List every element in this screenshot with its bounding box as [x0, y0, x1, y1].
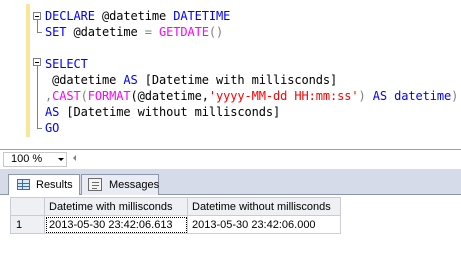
table-row: 1 2013-05-30 23:42:06.613 2013-05-30 23:… — [10, 215, 341, 234]
tab-results-label: Results — [36, 179, 73, 191]
change-indicator-bar — [26, 4, 30, 137]
grid-cell[interactable]: 2013-05-30 23:42:06.000 — [187, 215, 341, 234]
tab-messages-label: Messages — [109, 179, 160, 191]
tab-messages[interactable]: Messages — [81, 174, 159, 195]
zoom-bar: 100 % — [0, 149, 461, 169]
keyword-token: SET — [45, 25, 67, 39]
results-grid: Datetime with millisconds Datetime witho… — [10, 197, 341, 234]
paren-token: ( — [80, 89, 88, 103]
results-grid-area: Datetime with millisconds Datetime witho… — [0, 195, 461, 255]
zoom-value: 100 % — [11, 153, 43, 165]
tab-results[interactable]: Results — [8, 174, 80, 196]
keyword-token: SELECT — [45, 57, 88, 71]
type-token: datetime — [387, 89, 452, 103]
collapse-region-icon[interactable] — [33, 12, 41, 20]
identifier-token: @datetime — [66, 25, 145, 39]
alias-token: [Datetime with millisconds] — [137, 73, 338, 87]
function-token: FORMAT — [87, 89, 131, 103]
function-token: CAST — [52, 89, 81, 103]
fold-guide-end — [37, 32, 42, 33]
code-line-5: @datetime AS [Datetime with millisconds] — [45, 72, 337, 88]
code-line-1: DECLARE @datetime DATETIME — [45, 8, 230, 24]
alias-token: [Datetime without millisconds] — [59, 105, 281, 119]
messages-icon — [88, 178, 102, 191]
keyword-token: AS — [45, 105, 60, 119]
code-line-8: GO — [45, 120, 59, 136]
keyword-token: AS — [123, 73, 138, 87]
code-line-7: AS [Datetime without millisconds] — [45, 104, 280, 120]
type-token: DATETIME — [173, 9, 231, 23]
keyword-token: AS — [372, 89, 387, 103]
operator-token: = — [144, 25, 152, 39]
code-line-4: SELECT — [45, 56, 88, 72]
code-line-6: ,CAST(FORMAT(@datetime,'yyyy-MM-dd HH:mm… — [45, 88, 458, 104]
collapse-region-icon[interactable] — [33, 58, 41, 66]
identifier-token: @datetime — [94, 9, 174, 23]
string-token: 'yyyy-MM-dd HH:mm:ss' — [208, 89, 359, 103]
row-number-header[interactable] — [10, 197, 45, 216]
paren-token: ) — [358, 89, 373, 103]
fold-guide-line — [37, 66, 38, 128]
identifier-token: @datetime — [45, 73, 124, 87]
keyword-token: DECLARE — [45, 9, 95, 23]
grid-header-row: Datetime with millisconds Datetime witho… — [10, 197, 341, 216]
column-header[interactable]: Datetime without millisconds — [187, 197, 341, 216]
grid-cell[interactable]: 2013-05-30 23:42:06.613 — [44, 215, 188, 234]
function-token: GETDATE — [159, 25, 209, 39]
column-header[interactable]: Datetime with millisconds — [44, 197, 188, 216]
zoom-select[interactable]: 100 % — [3, 152, 67, 167]
fold-guide-line — [37, 20, 38, 32]
scroll-left-icon[interactable] — [73, 155, 76, 161]
paren-token: ) — [451, 89, 459, 103]
fold-guide-end — [37, 128, 42, 129]
query-editor[interactable]: DECLARE @datetime DATETIME SET @datetime… — [0, 0, 461, 149]
editor-gutter — [0, 0, 24, 149]
chevron-down-icon[interactable] — [58, 158, 64, 161]
argument-token: (@datetime, — [130, 89, 209, 103]
grid-icon — [17, 179, 30, 190]
paren-token: () — [208, 25, 224, 39]
keyword-token: GO — [45, 121, 60, 135]
results-tab-strip: Results Messages — [0, 169, 461, 196]
row-number-cell[interactable]: 1 — [10, 215, 45, 234]
code-line-2: SET @datetime = GETDATE() — [45, 24, 223, 40]
